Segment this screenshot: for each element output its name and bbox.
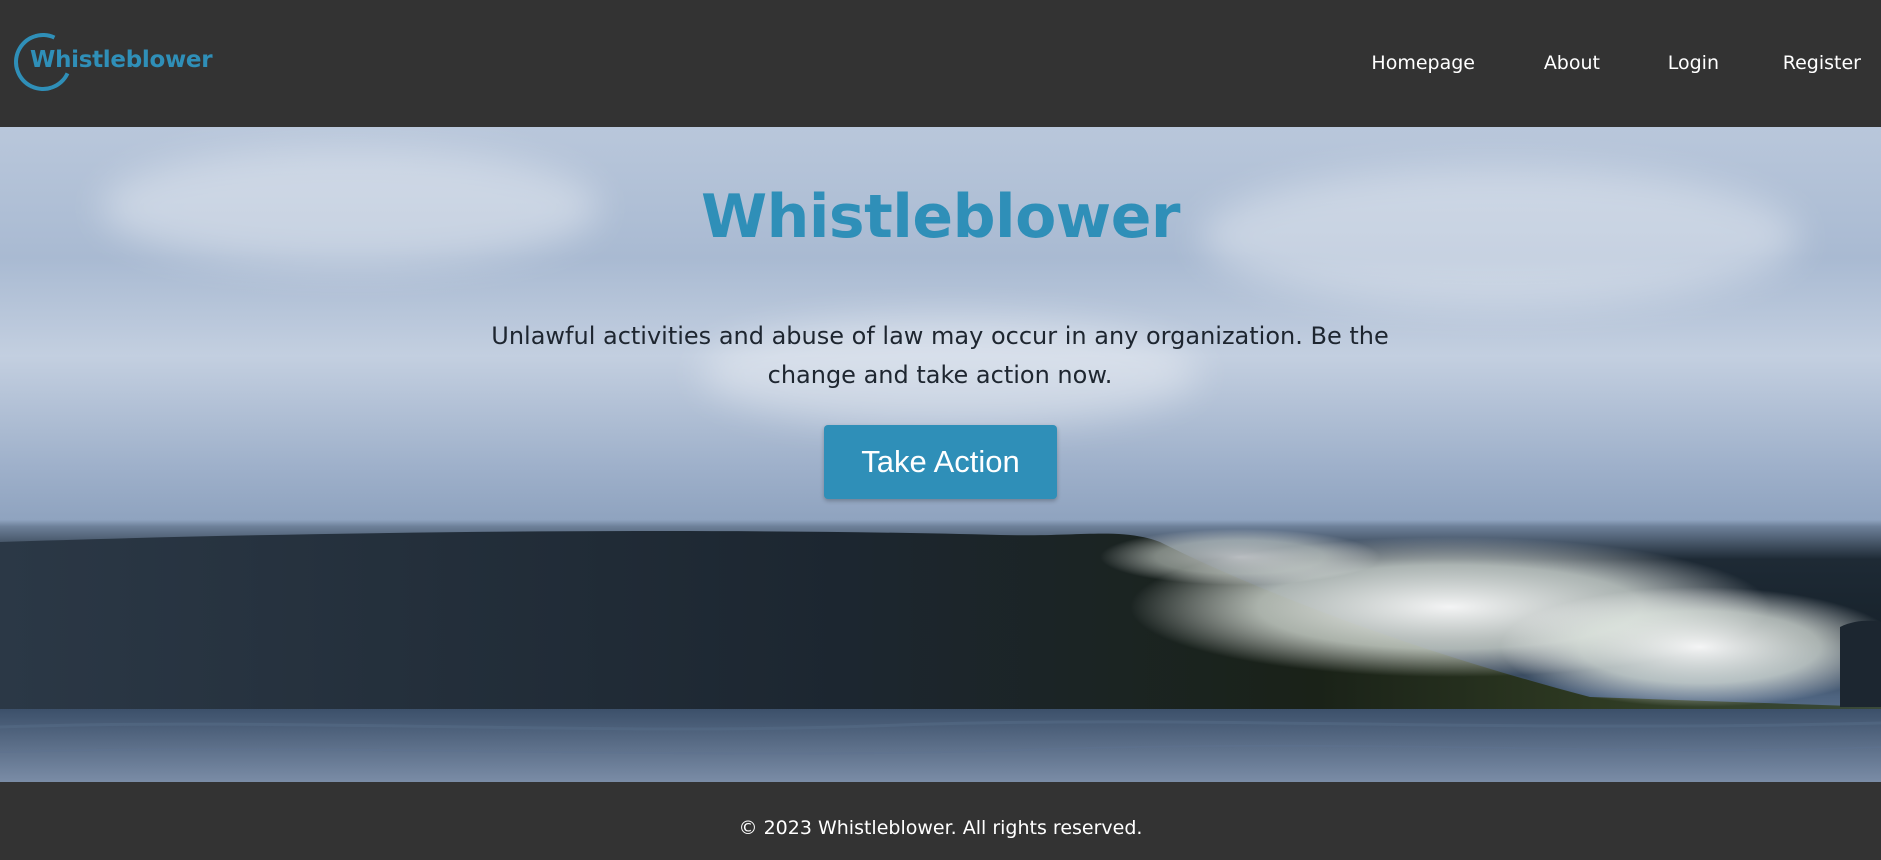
nav-link-about[interactable]: About — [1544, 52, 1600, 74]
hero-subtitle: Unlawful activities and abuse of law may… — [491, 322, 1389, 389]
nav-link-homepage[interactable]: Homepage — [1371, 52, 1475, 74]
site-footer: © 2023 Whistleblower. All rights reserve… — [0, 782, 1881, 860]
site-logo[interactable]: Whistleblower — [5, 24, 214, 100]
logo-text: Whistleblower — [30, 47, 213, 73]
site-header: Whistleblower Homepage About Login Regis… — [0, 0, 1881, 127]
take-action-button[interactable]: Take Action — [824, 425, 1057, 499]
hero-title: Whistleblower — [700, 182, 1181, 252]
hero-section: Whistleblower Unlawful activities and ab… — [0, 127, 1881, 782]
footer-copyright: © 2023 Whistleblower. All rights reserve… — [738, 817, 1143, 839]
nav-link-register[interactable]: Register — [1783, 52, 1861, 74]
nav-link-login[interactable]: Login — [1668, 52, 1719, 74]
